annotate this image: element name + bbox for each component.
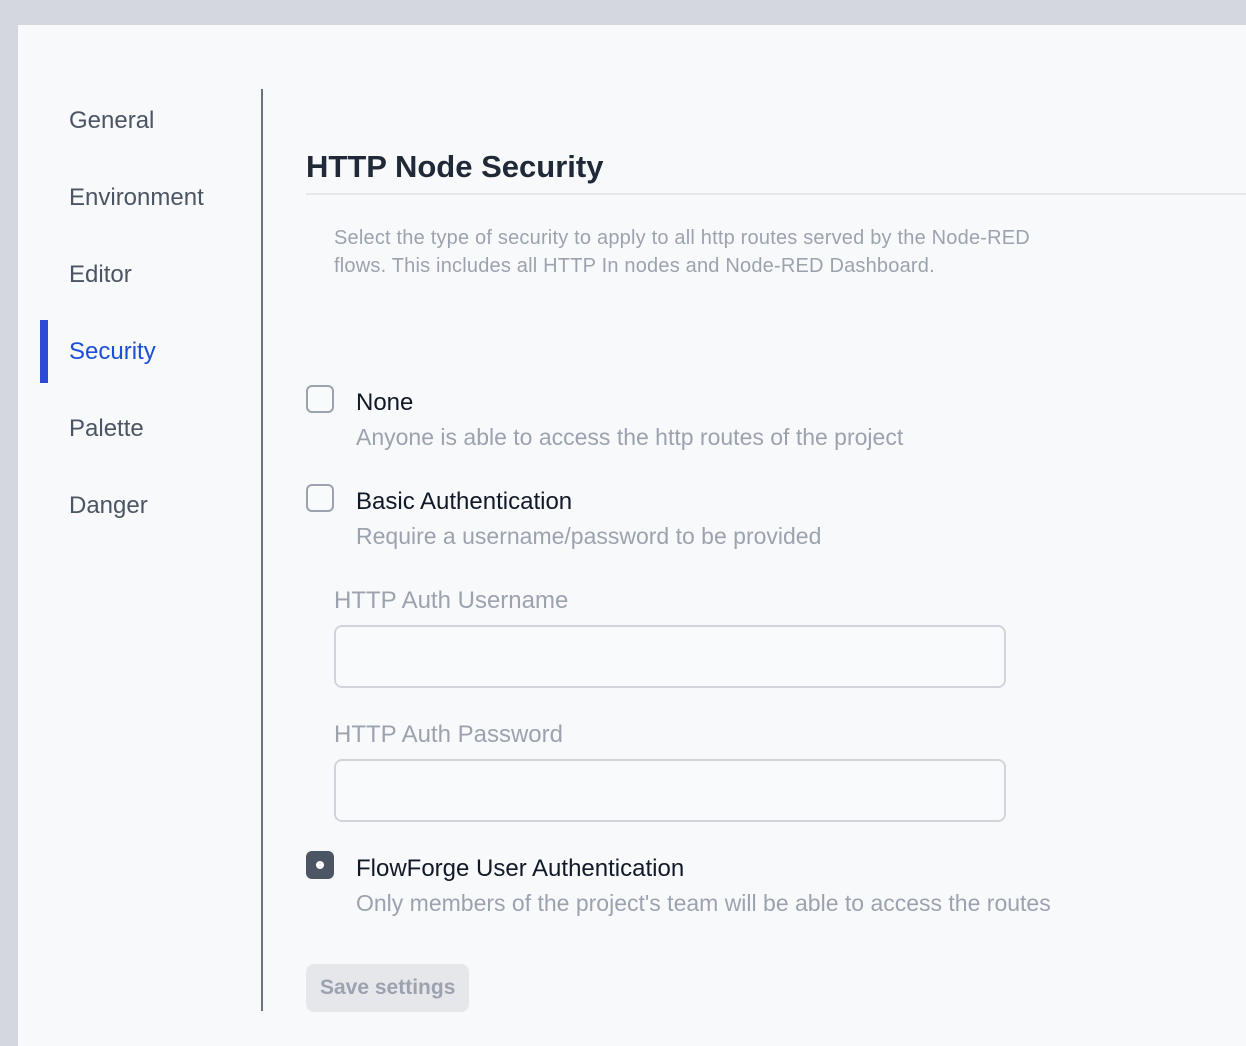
save-settings-button[interactable]: Save settings (306, 964, 470, 1012)
radio-basic-auth-help: Require a username/password to be provid… (356, 523, 822, 549)
radio-basic-auth[interactable] (306, 484, 334, 512)
sidebar-item-label: Environment (69, 183, 204, 211)
radio-none-label[interactable]: None (356, 389, 413, 417)
sidebar-item-label: Editor (69, 260, 132, 288)
radio-basic-auth-label[interactable]: Basic Authentication (356, 488, 572, 516)
password-field[interactable] (334, 759, 1006, 822)
sidebar-item-danger[interactable]: Danger (18, 474, 262, 537)
title-divider (306, 193, 1246, 195)
radio-option-none[interactable]: None Anyone is able to access the http r… (306, 385, 1206, 455)
sidebar-divider (261, 89, 263, 1011)
sidebar-item-label: Security (69, 337, 156, 365)
security-description: Select the type of security to apply to … (334, 227, 1030, 277)
settings-sidebar: General Environment Editor Security Pale… (18, 89, 262, 551)
settings-page: General Environment Editor Security Pale… (18, 25, 1246, 1046)
radio-flowforge-auth[interactable] (306, 851, 334, 879)
sidebar-item-palette[interactable]: Palette (18, 397, 262, 460)
sidebar-item-environment[interactable]: Environment (18, 166, 262, 229)
radio-flowforge-auth-label[interactable]: FlowForge User Authentication (356, 855, 684, 883)
radio-flowforge-auth-help: Only members of the project's team will … (356, 890, 1051, 916)
sidebar-item-security[interactable]: Security (18, 320, 262, 383)
radio-none[interactable] (306, 385, 334, 413)
username-label: HTTP Auth Username (334, 587, 569, 614)
sidebar-item-general[interactable]: General (18, 89, 262, 152)
username-field[interactable] (334, 625, 1006, 688)
radio-none-help: Anyone is able to access the http routes… (356, 424, 904, 450)
radio-option-basic-auth[interactable]: Basic Authentication Require a username/… (306, 484, 1206, 554)
radio-option-flowforge-auth[interactable]: FlowForge User Authentication Only membe… (306, 851, 1206, 921)
sidebar-item-label: General (69, 106, 155, 134)
sidebar-item-label: Danger (69, 491, 148, 519)
sidebar-item-editor[interactable]: Editor (18, 243, 262, 306)
password-label: HTTP Auth Password (334, 721, 563, 748)
page-title: HTTP Node Security (306, 149, 604, 184)
sidebar-item-label: Palette (69, 414, 144, 442)
